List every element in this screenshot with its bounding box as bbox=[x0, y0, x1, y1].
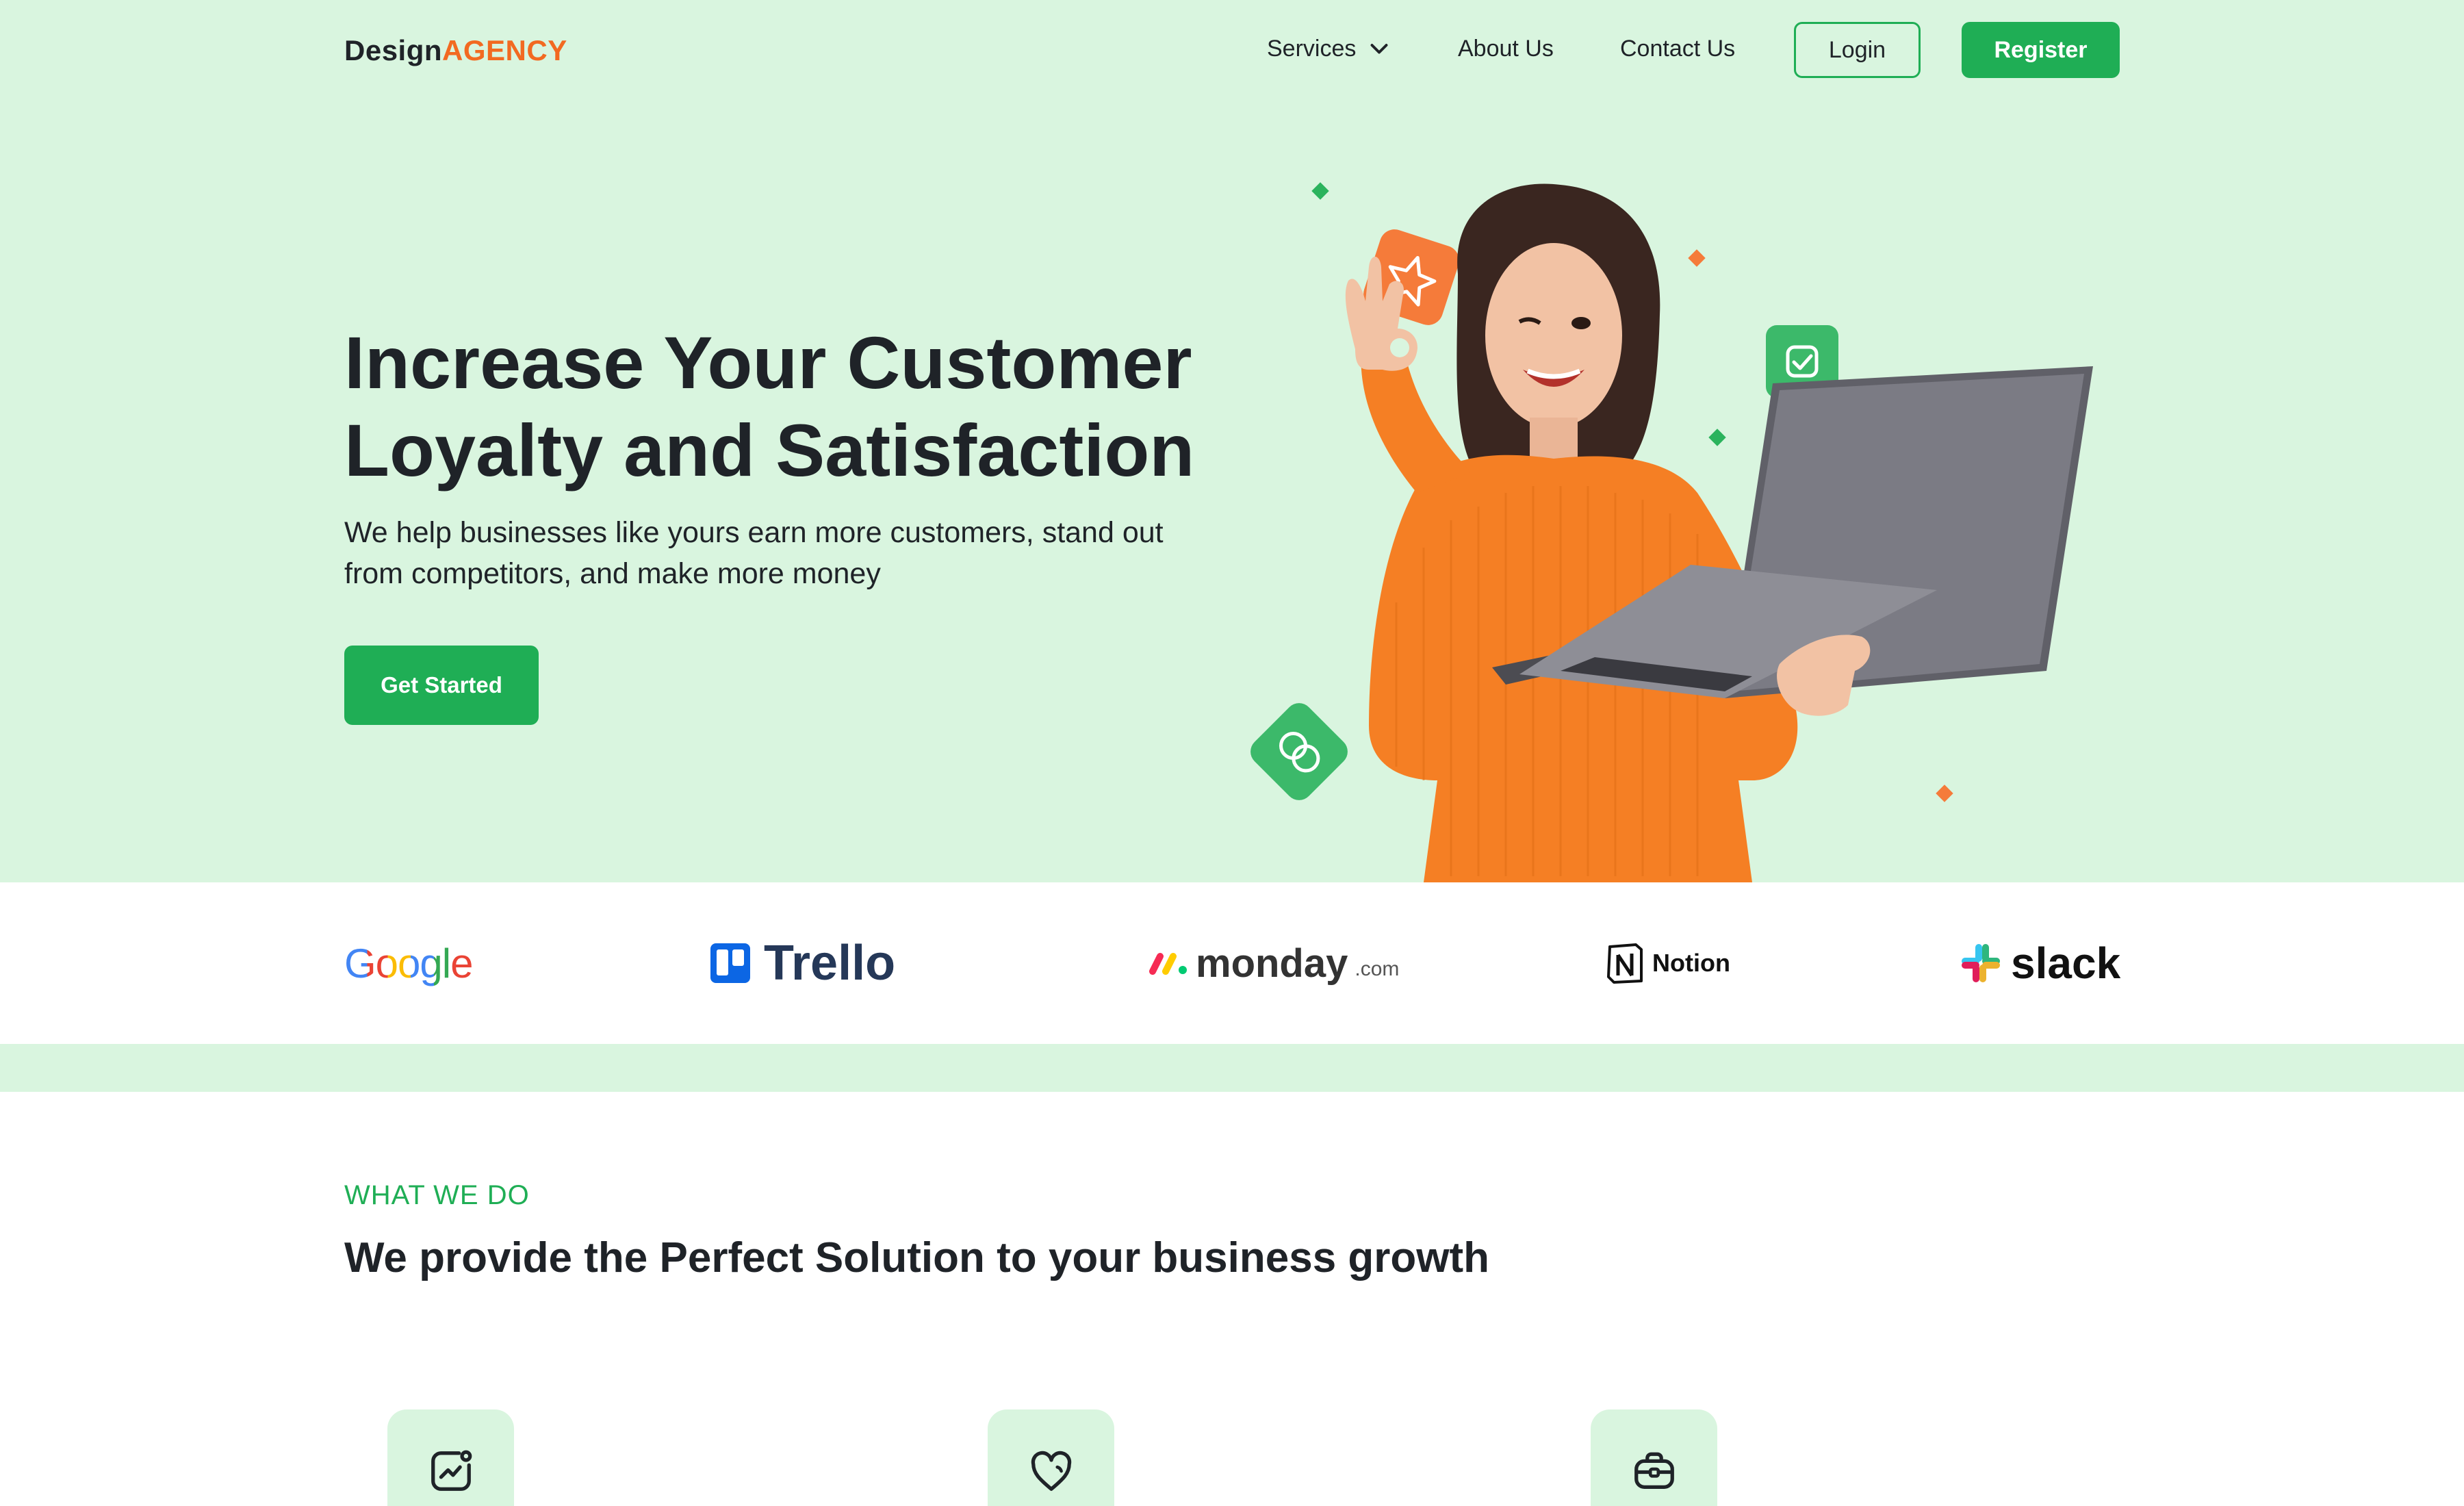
feature-card-1 bbox=[387, 1409, 514, 1506]
slack-logo: slack bbox=[1960, 882, 2120, 1044]
decor-dot-icon bbox=[1708, 429, 1726, 446]
hero-subtitle-line-1: We help businesses like yours earn more … bbox=[344, 516, 1164, 549]
top-navigation: DesignAGENCY Services About Us Contact U… bbox=[0, 0, 2464, 99]
hero-title: Increase Your Customer Loyalty and Satis… bbox=[344, 319, 1234, 494]
monday-logo-suffix: .com bbox=[1355, 958, 1400, 980]
partner-logos: Google Trello monday .com Notion slack bbox=[0, 882, 2464, 1044]
notion-logo: Notion bbox=[1606, 882, 1730, 1044]
google-logo: Google bbox=[344, 882, 473, 1044]
logo-design-text: Design bbox=[344, 34, 443, 66]
monday-logo-text: monday bbox=[1196, 941, 1348, 986]
hero-subtitle-line-2: from competitors, and make more money bbox=[344, 557, 881, 590]
google-logo-text: Google bbox=[344, 940, 473, 986]
login-button[interactable]: Login bbox=[1794, 22, 1921, 78]
brand-logo[interactable]: DesignAGENCY bbox=[344, 34, 567, 67]
hero-subtitle: We help businesses like yours earn more … bbox=[344, 512, 1248, 594]
decor-dot-icon bbox=[1936, 784, 1953, 802]
notion-icon bbox=[1607, 943, 1643, 984]
logo-agency-text: AGENCY bbox=[442, 34, 567, 66]
trello-icon bbox=[710, 943, 750, 983]
chart-icon bbox=[431, 1450, 472, 1491]
nav-services-label: Services bbox=[1267, 36, 1357, 62]
get-started-button[interactable]: Get Started bbox=[344, 646, 539, 725]
notion-logo-text: Notion bbox=[1652, 949, 1730, 977]
slack-icon bbox=[1962, 944, 2000, 982]
monday-logo: monday .com bbox=[1149, 882, 1399, 1044]
handshake-badge-icon bbox=[1250, 703, 1348, 800]
nav-services[interactable]: Services bbox=[1267, 36, 1391, 62]
decor-dot-icon bbox=[1688, 249, 1706, 267]
slack-logo-text: slack bbox=[2011, 939, 2121, 988]
hero-title-line-1: Increase Your Customer bbox=[344, 321, 1192, 404]
decor-dot-icon bbox=[1311, 182, 1329, 200]
chevron-down-icon bbox=[1370, 43, 1388, 53]
hero-section: DesignAGENCY Services About Us Contact U… bbox=[0, 0, 2464, 882]
nav-contact-us[interactable]: Contact Us bbox=[1620, 36, 1735, 62]
section-divider-band bbox=[0, 1044, 2464, 1092]
section-title: We provide the Perfect Solution to your … bbox=[344, 1234, 1490, 1281]
register-button[interactable]: Register bbox=[1962, 22, 2120, 78]
monday-icon bbox=[1149, 953, 1187, 975]
hero-illustration bbox=[1246, 164, 2135, 882]
feature-card-2 bbox=[988, 1409, 1114, 1506]
feature-card-3 bbox=[1591, 1409, 1717, 1506]
woman-with-laptop-image bbox=[1250, 182, 2093, 882]
trello-logo-text: Trello bbox=[764, 936, 896, 991]
hero-title-line-2: Loyalty and Satisfaction bbox=[344, 409, 1195, 492]
heart-icon bbox=[1031, 1451, 1071, 1491]
section-eyebrow: WHAT WE DO bbox=[344, 1180, 530, 1210]
woman-face bbox=[1485, 243, 1622, 428]
briefcase-icon bbox=[1634, 1452, 1674, 1489]
trello-logo: Trello bbox=[710, 882, 895, 1044]
nav-about-us[interactable]: About Us bbox=[1458, 36, 1554, 62]
